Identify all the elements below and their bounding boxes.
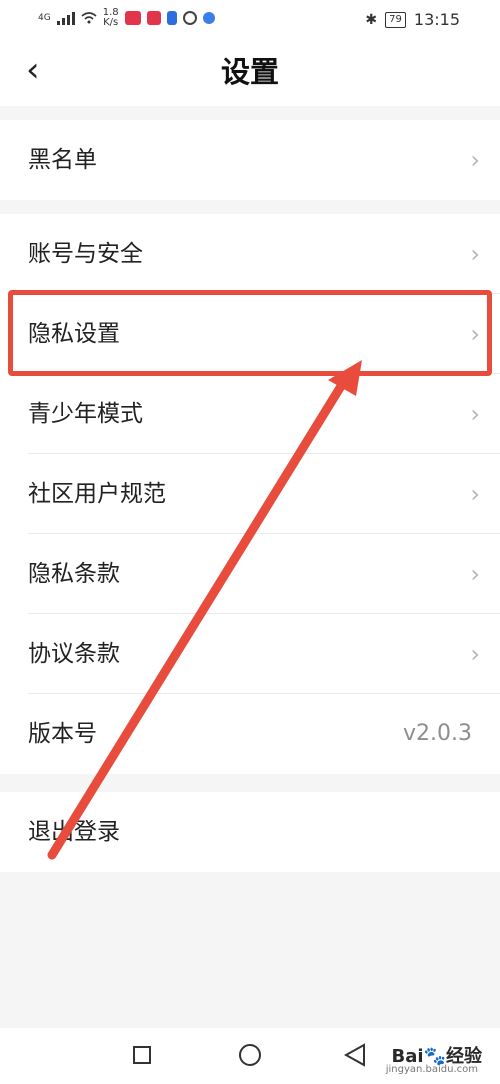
- system-nav-bar: Bai🐾经验 jingyan.baidu.com: [0, 1028, 500, 1084]
- watermark-url: jingyan.baidu.com: [385, 1064, 478, 1075]
- back-button[interactable]: [344, 1043, 366, 1067]
- recents-button[interactable]: [133, 1046, 151, 1064]
- annotation-arrow: [47, 360, 362, 860]
- home-button[interactable]: [239, 1044, 261, 1066]
